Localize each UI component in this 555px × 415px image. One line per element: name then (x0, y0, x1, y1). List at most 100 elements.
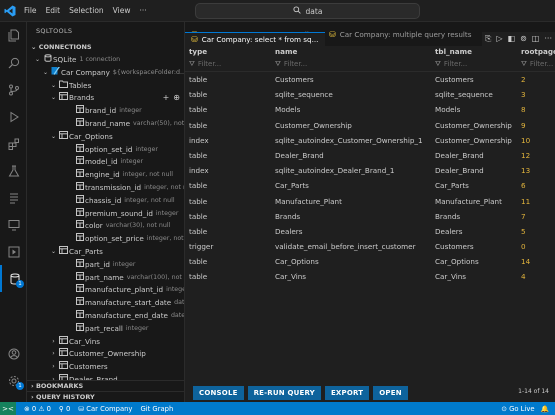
tree-item-column[interactable]: manufacture_end_date date (27, 309, 184, 323)
git-icon[interactable]: ⊚ (520, 34, 527, 44)
run-debug-icon[interactable] (0, 103, 27, 130)
tree-item-driver[interactable]: ⌄ SQLite 1 connection (27, 54, 184, 67)
git-graph-status[interactable]: Git Graph (140, 405, 173, 413)
tree-item-connection[interactable]: ⌄ Car Company ${workspaceFolder:d... (27, 66, 184, 80)
connections-section-header[interactable]: ⌄ CONNECTIONS (27, 41, 184, 54)
bell-icon[interactable]: 🔔 (541, 405, 549, 413)
filter-type[interactable]: ⛛ Filter... (185, 60, 271, 69)
table-row[interactable]: table Car_Parts Car_Parts 6 (185, 178, 555, 193)
menu-file[interactable]: File (24, 6, 37, 15)
table-row[interactable]: table Car_Options Car_Options 14 (185, 254, 555, 269)
problems-status[interactable]: ⊗ 0 ⚠ 0 (24, 405, 51, 413)
tree-item-column[interactable]: transmission_idinteger, not null (27, 181, 184, 195)
tree-item-column[interactable]: brand_id integer (27, 105, 184, 118)
tree-item-column[interactable]: manufacture_start_datedate,... (27, 297, 184, 310)
tree-item-column[interactable]: option_set_id integer (27, 143, 184, 157)
bookmarks-section-header[interactable]: › BOOKMARKS (27, 380, 184, 391)
explorer-icon[interactable] (0, 22, 27, 49)
table-row[interactable]: index sqlite_autoindex_Customer_Ownership… (185, 133, 555, 148)
chevron-right-icon: › (52, 363, 55, 371)
menu-view[interactable]: View (113, 6, 131, 15)
tree-item-column[interactable]: model_id integer (27, 156, 184, 169)
table-row[interactable]: table Dealers Dealers 5 (185, 224, 555, 239)
extensions-icon[interactable] (0, 130, 27, 157)
column-icon (74, 105, 85, 118)
rerun-query-button[interactable]: RE-RUN QUERY (247, 386, 321, 400)
database-icon[interactable]: 1 (0, 265, 27, 292)
table-cell: 14 (521, 257, 531, 267)
tab-select-results[interactable]: ⛁ Car Company: select * from sq... ✕ (185, 32, 325, 46)
grid-header-row: type name tbl_name rootpage (185, 46, 555, 58)
table-row[interactable]: table Dealer_Brand Dealer_Brand 12 (185, 148, 555, 163)
source-control-icon[interactable] (0, 76, 27, 103)
add-icon[interactable]: + (163, 92, 170, 105)
close-icon[interactable]: ✕ (324, 35, 325, 44)
table-cell: sqlite_sequence (275, 90, 333, 100)
more-actions-icon[interactable]: ··· (544, 34, 552, 44)
column-header-tbl-name[interactable]: tbl_name (431, 46, 517, 58)
column-header-rootpage[interactable]: rootpage (517, 46, 555, 58)
run-query-icon[interactable]: ▷ (496, 34, 502, 44)
testing-icon[interactable] (0, 157, 27, 184)
panel-icon[interactable] (0, 238, 27, 265)
table-row[interactable]: table Models Models 8 (185, 102, 555, 117)
tree-item-column[interactable]: part_recall integer (27, 322, 184, 336)
accounts-icon[interactable] (0, 340, 27, 367)
column-header-name[interactable]: name (271, 46, 431, 58)
compare-icon[interactable]: ◧ (508, 34, 516, 44)
tree-item-column[interactable]: part_id integer (27, 258, 184, 272)
tree-item-column[interactable]: manufacture_plant_idinteger,... (27, 284, 184, 297)
export-button[interactable]: EXPORT (324, 386, 370, 400)
table-row[interactable]: table Customers Customers 2 (185, 72, 555, 87)
filter-rootpage[interactable]: ⛛ Filter... (517, 60, 555, 69)
tree-item-column[interactable]: color varchar(30), not null (27, 220, 184, 233)
search-icon[interactable] (0, 49, 27, 76)
command-center-search[interactable]: data (195, 3, 420, 19)
table-icon (58, 92, 69, 105)
table-row[interactable]: table Brands Brands 7 (185, 209, 555, 224)
menu-more[interactable]: ··· (139, 6, 146, 15)
tab-multiple-results[interactable]: ⛁ Car Company: multiple query results (323, 22, 473, 46)
filter-name[interactable]: ⛛ Filter... (271, 60, 431, 69)
tree-item-table[interactable]: ⌄ Brands + ⊕ (27, 92, 184, 105)
split-editor-icon[interactable]: ◫ (532, 34, 540, 44)
console-button[interactable]: CONSOLE (193, 386, 244, 400)
table-row[interactable]: trigger validate_email_before_insert_cust… (185, 239, 555, 254)
settings-gear-icon[interactable]: 1 (0, 367, 27, 394)
tree-item-tables[interactable]: ⌄ Tables (27, 80, 184, 93)
tree-item-table[interactable]: ⌄ Car_Parts (27, 245, 184, 259)
connection-status[interactable]: ⛁ Car Company (78, 405, 132, 413)
tree-item-column[interactable]: premium_sound_id integer (27, 207, 184, 221)
tree-item-column[interactable]: engine_id integer, not null (27, 169, 184, 182)
tree-item-column[interactable]: option_set_priceinteger, not null (27, 233, 184, 246)
tree-item-description: varchar(30), not null (105, 222, 171, 230)
menu-edit[interactable]: Edit (46, 6, 61, 15)
table-row[interactable]: table Car_Vins Car_Vins 4 (185, 269, 555, 284)
tree-item-table[interactable]: › Customer_Ownership (27, 348, 184, 361)
tree-item-column[interactable]: part_namevarchar(100), not null (27, 271, 184, 285)
ports-status[interactable]: ⚲ 0 (59, 405, 70, 413)
tree-item-table[interactable]: ⌄ Car_Options (27, 130, 184, 144)
tree-item-table[interactable]: › Car_Vins (27, 335, 184, 349)
column-header-type[interactable]: type (185, 46, 271, 58)
table-row[interactable]: index sqlite_autoindex_Dealer_Brand_1 Deal… (185, 163, 555, 178)
tree-item-column[interactable]: chassis_id integer, not null (27, 194, 184, 208)
tree-item-table[interactable]: › Customers (27, 361, 184, 374)
chevron-down-icon: ⌄ (50, 81, 57, 89)
results-grid: type name tbl_name rootpage ⛛ Filter... ⛛… (185, 46, 555, 406)
go-live-status[interactable]: ⊙ Go Live (501, 405, 534, 413)
table-row[interactable]: table Customer_Ownership Customer_Ownershi… (185, 118, 555, 133)
open-button[interactable]: OPEN (373, 386, 408, 400)
remote-icon[interactable] (0, 211, 27, 238)
sqlite-icon[interactable] (0, 184, 27, 211)
table-row[interactable]: table sqlite_sequence sqlite_sequence 3 (185, 87, 555, 102)
query-history-section-header[interactable]: › QUERY HISTORY (27, 391, 184, 402)
menu-selection[interactable]: Selection (69, 6, 104, 15)
tree-item-column[interactable]: brand_namevarchar(50), not n... (27, 117, 184, 131)
show-records-icon[interactable]: ⊕ (173, 92, 180, 105)
remote-indicator[interactable]: >< (0, 402, 16, 415)
database-badge: 1 (16, 280, 24, 288)
table-row[interactable]: table Manufacture_Plant Manufacture_Plant 1… (185, 194, 555, 209)
open-file-icon[interactable]: ⎘ (485, 34, 491, 44)
filter-tbl-name[interactable]: ⛛ Filter... (431, 60, 517, 69)
